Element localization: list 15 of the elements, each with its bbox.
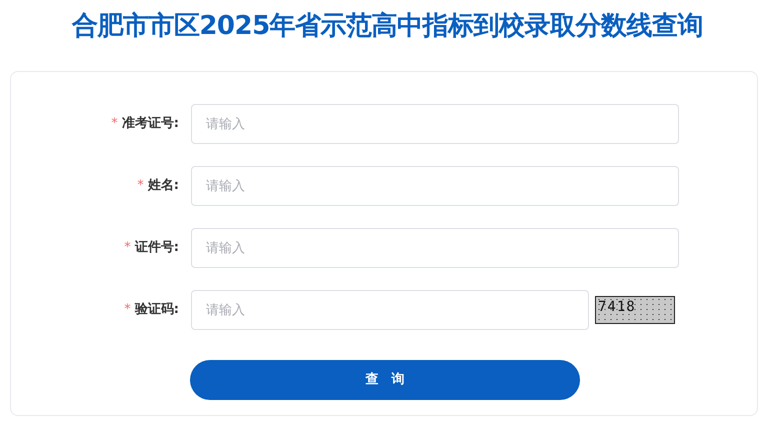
captcha-field[interactable]: 请输入 bbox=[191, 290, 589, 330]
captcha-image[interactable]: 7418 bbox=[595, 296, 675, 324]
query-button[interactable]: 查 询 bbox=[190, 360, 580, 400]
required-mark: * bbox=[137, 177, 144, 196]
input-field[interactable]: 请输入 bbox=[191, 228, 679, 268]
field-label: 姓名: bbox=[148, 177, 179, 196]
required-mark: * bbox=[124, 301, 131, 320]
required-mark: * bbox=[124, 239, 131, 258]
input-field[interactable]: 请输入 bbox=[191, 166, 679, 206]
input-field[interactable]: 请输入 bbox=[191, 104, 679, 144]
required-mark: * bbox=[111, 115, 118, 134]
field-label: 证件号: bbox=[134, 239, 179, 258]
field-label: 验证码: bbox=[134, 301, 179, 320]
page-title: 合肥市市区2025年省示范高中指标到校录取分数线查询 bbox=[70, 10, 704, 43]
field-label: 准考证号: bbox=[122, 115, 179, 134]
